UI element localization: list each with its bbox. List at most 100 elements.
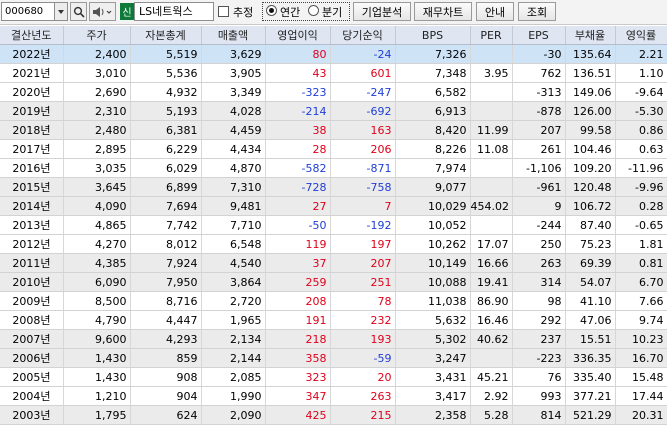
table-row[interactable]: 2012년 4,270 8,012 6,548 119 197 10,262 17.07 250…: [0, 234, 667, 254]
equity-cell: 904: [130, 386, 202, 406]
estimate-checkbox[interactable]: [218, 6, 229, 17]
annual-radio[interactable]: [266, 5, 277, 16]
operating-margin-cell: 0.63: [615, 139, 667, 159]
table-row[interactable]: 2019년 2,310 5,193 4,028 -214 -692 6,913 -878 126…: [0, 101, 667, 121]
price-cell: 2,400: [63, 44, 131, 64]
operating-margin-cell: 17.44: [615, 386, 667, 406]
bps-cell: 5,302: [395, 329, 471, 349]
eps-cell: 762: [512, 63, 566, 83]
search-button[interactable]: [70, 2, 87, 21]
col-header-operating-margin[interactable]: 영익률: [615, 26, 667, 45]
eps-cell: -30: [512, 44, 566, 64]
per-cell: [470, 82, 513, 102]
table-row[interactable]: 2011년 4,385 7,924 4,540 37 207 10,149 16.66 263 6…: [0, 253, 667, 273]
table-row[interactable]: 2005년 1,430 908 2,085 323 20 3,431 45.21 76 335.4…: [0, 367, 667, 387]
year-cell: 2004년: [0, 386, 64, 406]
operating-profit-cell: -214: [265, 101, 331, 121]
table-row[interactable]: 2017년 2,895 6,229 4,434 28 206 8,226 11.08 261 10…: [0, 139, 667, 159]
year-cell: 2018년: [0, 120, 64, 140]
sales-cell: 3,349: [201, 82, 266, 102]
debt-ratio-cell: 75.23: [565, 234, 616, 254]
price-cell: 2,480: [63, 120, 131, 140]
debt-ratio-cell: 120.48: [565, 177, 616, 197]
price-cell: 2,310: [63, 101, 131, 121]
bps-cell: 3,417: [395, 386, 471, 406]
net-income-cell: 206: [330, 139, 396, 159]
col-header-sales[interactable]: 매출액: [201, 26, 266, 45]
per-cell: 86.90: [470, 291, 513, 311]
year-cell: 2009년: [0, 291, 64, 311]
equity-cell: 6,381: [130, 120, 202, 140]
sales-cell: 2,085: [201, 367, 266, 387]
search-icon: [73, 6, 85, 18]
operating-margin-cell: 0.86: [615, 120, 667, 140]
net-income-cell: -758: [330, 177, 396, 197]
net-income-cell: 197: [330, 234, 396, 254]
operating-profit-cell: -50: [265, 215, 331, 235]
equity-cell: 859: [130, 348, 202, 368]
net-income-cell: 78: [330, 291, 396, 311]
equity-cell: 908: [130, 367, 202, 387]
operating-profit-cell: 218: [265, 329, 331, 349]
eps-cell: 250: [512, 234, 566, 254]
col-header-bps[interactable]: BPS: [395, 26, 471, 45]
col-header-debt-ratio[interactable]: 부채율: [565, 26, 616, 45]
quarter-radio[interactable]: [308, 5, 319, 16]
table-row[interactable]: 2009년 8,500 8,716 2,720 208 78 11,038 86.90 98 41…: [0, 291, 667, 311]
guide-button[interactable]: 안내: [476, 2, 514, 21]
col-header-equity[interactable]: 자본총계: [130, 26, 202, 45]
price-cell: 8,500: [63, 291, 131, 311]
table-row[interactable]: 2006년 1,430 859 2,144 358 -59 3,247 -223 336.35 1…: [0, 348, 667, 368]
company-name-field[interactable]: LS네트웍스: [134, 2, 214, 21]
eps-cell: 237: [512, 329, 566, 349]
query-button[interactable]: 조회: [518, 2, 556, 21]
col-header-price[interactable]: 주가: [63, 26, 131, 45]
table-row[interactable]: 2007년 9,600 4,293 2,134 218 193 5,302 40.62 237 1…: [0, 329, 667, 349]
operating-margin-cell: 0.28: [615, 196, 667, 216]
financial-chart-button[interactable]: 재무차트: [414, 2, 472, 21]
bps-cell: 7,326: [395, 44, 471, 64]
year-cell: 2008년: [0, 310, 64, 330]
table-row[interactable]: 2021년 3,010 5,536 3,905 43 601 7,348 3.95 762 136…: [0, 63, 667, 83]
price-cell: 4,385: [63, 253, 131, 273]
net-income-cell: -24: [330, 44, 396, 64]
table-row[interactable]: 2008년 4,790 4,447 1,965 191 232 5,632 16.46 292 4…: [0, 310, 667, 330]
bps-cell: 3,431: [395, 367, 471, 387]
col-header-operating-profit[interactable]: 영업이익: [265, 26, 331, 45]
operating-margin-cell: 20.31: [615, 405, 667, 425]
bps-cell: 10,029: [395, 196, 471, 216]
price-cell: 4,270: [63, 234, 131, 254]
year-cell: 2019년: [0, 101, 64, 121]
table-row[interactable]: 2014년 4,090 7,694 9,481 27 7 10,029 454.02 9 106.…: [0, 196, 667, 216]
operating-margin-cell: -9.64: [615, 82, 667, 102]
operating-profit-cell: 28: [265, 139, 331, 159]
col-header-eps[interactable]: EPS: [512, 26, 566, 45]
table-row[interactable]: 2004년 1,210 904 1,990 347 263 3,417 2.92 993 377.…: [0, 386, 667, 406]
col-header-per[interactable]: PER: [470, 26, 513, 45]
stock-code-input[interactable]: 000680: [1, 2, 55, 21]
debt-ratio-cell: 335.40: [565, 367, 616, 387]
sound-button[interactable]: [89, 2, 116, 21]
table-row[interactable]: 2022년 2,400 5,519 3,629 80 -24 7,326 -30 135.64 2…: [0, 44, 667, 64]
table-row[interactable]: 2003년 1,795 624 2,090 425 215 2,358 5.28 814 521.…: [0, 405, 667, 425]
table-row[interactable]: 2013년 4,865 7,742 7,710 -50 -192 10,052 -244 87.…: [0, 215, 667, 235]
table-row[interactable]: 2016년 3,035 6,029 4,870 -582 -871 7,974 -1,106 1…: [0, 158, 667, 178]
price-cell: 3,035: [63, 158, 131, 178]
debt-ratio-cell: 109.20: [565, 158, 616, 178]
estimate-label: 추정: [233, 6, 254, 19]
table-row[interactable]: 2010년 6,090 7,950 3,864 259 251 10,088 19.41 314…: [0, 272, 667, 292]
col-header-year[interactable]: 결산년도: [0, 26, 64, 45]
year-cell: 2013년: [0, 215, 64, 235]
net-income-cell: 601: [330, 63, 396, 83]
code-dropdown-button[interactable]: [55, 2, 68, 21]
company-analysis-button[interactable]: 기업분석: [353, 2, 411, 21]
col-header-net-income[interactable]: 당기순익: [330, 26, 396, 45]
table-row[interactable]: 2020년 2,690 4,932 3,349 -323 -247 6,582 -313 149…: [0, 82, 667, 102]
net-income-cell: 193: [330, 329, 396, 349]
table-row[interactable]: 2018년 2,480 6,381 4,459 38 163 8,420 11.99 207 99…: [0, 120, 667, 140]
table-row[interactable]: 2015년 3,645 6,899 7,310 -728 -758 9,077 -961 120…: [0, 177, 667, 197]
debt-ratio-cell: 135.64: [565, 44, 616, 64]
bps-cell: 9,077: [395, 177, 471, 197]
year-cell: 2020년: [0, 82, 64, 102]
per-cell: 17.07: [470, 234, 513, 254]
